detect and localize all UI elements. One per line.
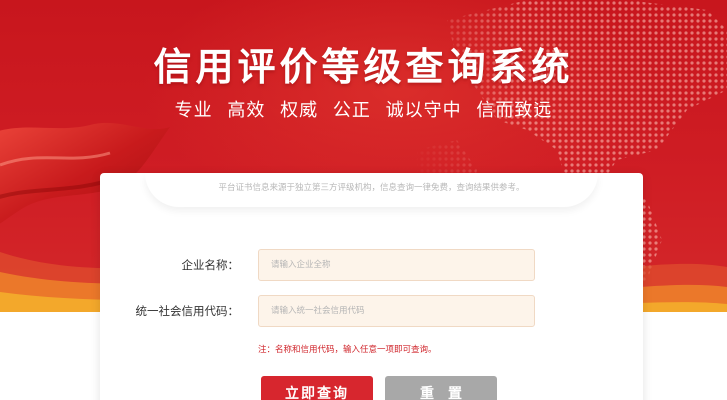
company-name-row: 企业名称： <box>100 249 643 281</box>
slogan-item: 信而致远 <box>476 100 553 121</box>
slogan-item: 权威 <box>280 100 319 121</box>
slogan-item: 专业 <box>174 100 213 121</box>
page-title: 信用评价等级查询系统 <box>153 45 574 89</box>
credit-code-input[interactable] <box>258 295 535 327</box>
query-card: 平台证书信息来源于独立第三方评级机构，信息查询一律免费，查询结果供参考。 企业名… <box>100 173 643 400</box>
slogan: 专业 高效 权威 公正 诚以守中 信而致远 <box>0 96 727 122</box>
credit-code-label: 统一社会信用代码： <box>135 304 240 318</box>
slogan-item: 高效 <box>227 100 266 121</box>
slogan-item: 诚以守中 <box>385 100 462 121</box>
reset-button[interactable]: 重置 <box>385 376 497 400</box>
company-name-input[interactable] <box>258 249 535 281</box>
notice-text: 平台证书信息来源于独立第三方评级机构，信息查询一律免费，查询结果供参考。 <box>145 173 598 207</box>
slogan-item: 公正 <box>332 100 371 121</box>
company-name-label: 企业名称： <box>181 258 240 272</box>
credit-code-row: 统一社会信用代码： <box>100 295 643 327</box>
query-button[interactable]: 立即查询 <box>261 376 373 400</box>
query-tip: 注：名称和信用代码，输入任意一项即可查询。 <box>258 345 437 355</box>
